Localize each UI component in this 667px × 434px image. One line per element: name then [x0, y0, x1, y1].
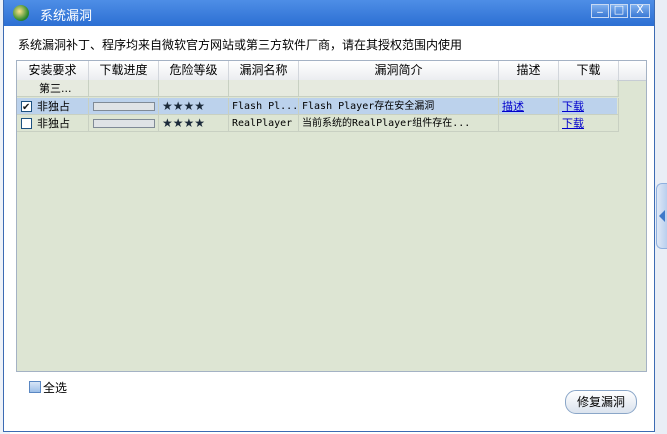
table-row[interactable]: ✔ 非独占 ★★★★ Flash Pl... Flash Player存在安全漏… — [17, 98, 619, 115]
column-header-describe[interactable]: 描述 — [499, 61, 559, 80]
risk-stars: ★★★★ — [162, 99, 206, 113]
column-header-risk[interactable]: 危险等级 — [159, 61, 229, 80]
fix-vulnerabilities-button[interactable]: 修复漏洞 — [565, 390, 637, 414]
install-requirement: 非独占 — [37, 100, 70, 113]
group-cell — [229, 80, 299, 97]
install-requirement: 非独占 — [37, 117, 70, 130]
describe-link[interactable]: 描述 — [502, 100, 524, 113]
column-header-download[interactable]: 下载 — [559, 61, 619, 80]
close-button[interactable]: X — [630, 3, 650, 18]
group-cell — [159, 80, 229, 97]
progress-cell — [89, 115, 159, 132]
close-icon: X — [636, 3, 644, 16]
group-cell — [559, 80, 619, 97]
app-logo-icon — [13, 5, 29, 21]
vulnerability-summary: Flash Player存在安全漏洞 — [299, 98, 499, 115]
group-cell — [299, 80, 499, 97]
vulnerability-summary: 当前系统的RealPlayer组件存在... — [299, 115, 499, 132]
row-checkbox[interactable] — [21, 118, 32, 129]
progress-cell — [89, 98, 159, 115]
checkmark-icon: ✔ — [22, 102, 31, 113]
install-cell: 非独占 — [17, 115, 89, 132]
title-bar[interactable]: 系统漏洞 _ □ X — [4, 0, 654, 26]
download-link[interactable]: 下载 — [562, 117, 584, 130]
download-progress-bar — [93, 102, 155, 111]
maximize-icon: □ — [613, 3, 625, 16]
minimize-button[interactable]: _ — [591, 0, 609, 18]
maximize-button[interactable]: □ — [610, 3, 628, 18]
download-link[interactable]: 下载 — [562, 100, 584, 113]
vulnerability-window: 系统漏洞 _ □ X 系统漏洞补丁、程序均来自微软官方网站或第三方软件厂商，请在… — [3, 0, 655, 432]
select-all-checkbox[interactable] — [29, 381, 41, 393]
risk-cell: ★★★★ — [159, 115, 229, 132]
table-header: 安装要求 下载进度 危险等级 漏洞名称 漏洞简介 描述 下载 — [17, 61, 646, 81]
group-cell — [499, 80, 559, 97]
row-checkbox[interactable]: ✔ — [21, 101, 32, 113]
info-text: 系统漏洞补丁、程序均来自微软官方网站或第三方软件厂商，请在其授权范围内使用 — [18, 38, 463, 52]
column-header-name[interactable]: 漏洞名称 — [229, 61, 299, 80]
column-header-summary[interactable]: 漏洞简介 — [299, 61, 499, 80]
vulnerability-name: Flash Pl... — [229, 98, 299, 115]
download-progress-bar — [93, 119, 155, 128]
group-label: 第三... — [17, 80, 89, 97]
group-cell — [89, 80, 159, 97]
column-header-progress[interactable]: 下载进度 — [89, 61, 159, 80]
table-row[interactable]: 非独占 ★★★★ RealPlayer 当前系统的RealPlayer组件存在.… — [17, 115, 619, 132]
download-cell: 下载 — [559, 115, 619, 132]
vulnerability-name: RealPlayer — [229, 115, 299, 132]
column-header-install[interactable]: 安装要求 — [17, 61, 89, 80]
side-panel-handle[interactable] — [656, 183, 667, 249]
describe-cell: 描述 — [499, 98, 559, 115]
risk-cell: ★★★★ — [159, 98, 229, 115]
select-all-label: 全选 — [43, 381, 68, 395]
minimize-icon: _ — [597, 0, 603, 13]
install-cell: ✔ 非独占 — [17, 98, 89, 115]
vulnerability-table[interactable]: 安装要求 下载进度 危险等级 漏洞名称 漏洞简介 描述 下载 第三... ✔ 非… — [16, 60, 647, 372]
group-row[interactable]: 第三... — [17, 80, 619, 97]
window-title: 系统漏洞 — [40, 9, 93, 24]
download-cell: 下载 — [559, 98, 619, 115]
arrow-left-icon — [659, 210, 665, 222]
risk-stars: ★★★★ — [162, 116, 206, 130]
describe-cell — [499, 115, 559, 132]
